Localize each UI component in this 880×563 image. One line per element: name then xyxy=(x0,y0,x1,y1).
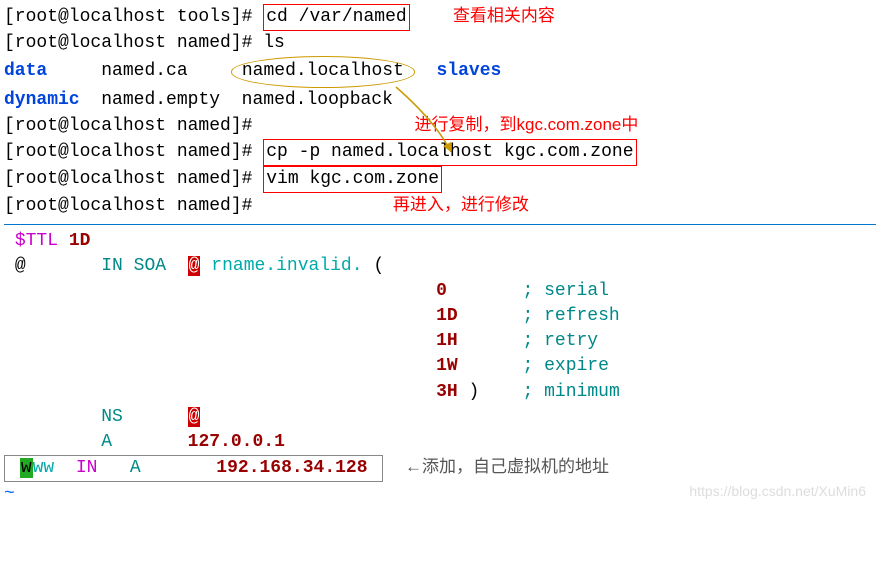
annotation-add-addr: ←添加，自己虚拟机的地址 xyxy=(405,457,609,476)
zone-record: 0 ; serial xyxy=(4,279,876,304)
zone-line: A 127.0.0.1 xyxy=(4,430,876,455)
a-record: A xyxy=(101,432,112,452)
retry-val: 1H xyxy=(436,331,458,351)
zone-record: 1H ; retry xyxy=(4,329,876,354)
cmd-cd-box: cd /var/named xyxy=(263,4,409,31)
prompt: [root@localhost tools]# xyxy=(4,7,263,27)
serial-label: ; serial xyxy=(523,281,609,301)
zone-record: 3H ) ; minimum xyxy=(4,380,876,405)
expire-val: 1W xyxy=(436,356,458,376)
terminal-line: [root@localhost named]# ls xyxy=(4,31,876,56)
file-named-ca: named.ca xyxy=(101,61,187,81)
serial-val: 0 xyxy=(436,281,447,301)
in-class: IN xyxy=(76,458,98,478)
cmd-cp-box: cp -p named.localhost kgc.com.zone xyxy=(263,139,636,166)
minimum-label: ; minimum xyxy=(523,382,620,402)
paren-close: ) xyxy=(469,382,480,402)
terminal-line: [root@localhost named]# vim kgc.com.zone xyxy=(4,166,876,193)
terminal-line: [root@localhost named]# 再进入，进行修改 xyxy=(4,193,876,219)
terminal-line: [root@localhost named]# 进行复制，到kgc.com.zo… xyxy=(4,113,876,139)
zone-line: $TTL 1D xyxy=(4,229,876,254)
ns-at-hl: @ xyxy=(188,407,201,427)
in-soa: IN SOA xyxy=(101,256,166,276)
cursor-char: w xyxy=(20,458,33,478)
annotation-copy: 进行复制，到kgc.com.zone中 xyxy=(414,115,638,134)
prompt: [root@localhost named]# xyxy=(4,196,263,216)
prompt: [root@localhost named]# xyxy=(4,116,263,136)
section-divider xyxy=(4,224,876,225)
annotation-enter: 再进入，进行修改 xyxy=(393,195,529,214)
dir-slaves: slaves xyxy=(437,61,502,81)
ip-local: 127.0.0.1 xyxy=(188,432,285,452)
origin-at: @ xyxy=(15,256,26,276)
ns-record: NS xyxy=(101,407,123,427)
expire-label: ; expire xyxy=(523,356,609,376)
zone-record: 1D ; refresh xyxy=(4,304,876,329)
ip-vm: 192.168.34.128 xyxy=(216,458,367,478)
zone-record: 1W ; expire xyxy=(4,354,876,379)
cmd-ls: ls xyxy=(263,33,285,53)
zone-line-www: www IN A 192.168.34.128 ←添加，自己虚拟机的地址 xyxy=(4,455,876,482)
dir-dynamic: dynamic xyxy=(4,90,80,110)
rname: rname.invalid. xyxy=(211,256,362,276)
zone-line: NS @ xyxy=(4,405,876,430)
highlight-ellipse: named.localhost xyxy=(231,56,415,87)
watermark: https://blog.csdn.net/XuMin6 xyxy=(689,482,866,502)
a-record2: A xyxy=(130,458,141,478)
refresh-label: ; refresh xyxy=(523,306,620,326)
retry-label: ; retry xyxy=(523,331,599,351)
file-named-empty: named.empty xyxy=(101,90,220,110)
prompt: [root@localhost named]# xyxy=(4,142,263,162)
ttl-value: 1D xyxy=(69,231,91,251)
ls-output-line1: data named.ca named.localhost slaves xyxy=(4,56,876,87)
ttl-directive: $TTL xyxy=(15,231,58,251)
terminal-line: [root@localhost tools]# cd /var/named 查看… xyxy=(4,4,876,31)
soa-at-hl: @ xyxy=(188,256,201,276)
refresh-val: 1D xyxy=(436,306,458,326)
annotation-view: 查看相关内容 xyxy=(453,6,555,25)
zone-line: @ IN SOA @ rname.invalid. ( xyxy=(4,254,876,279)
dir-data: data xyxy=(4,61,47,81)
ls-output-line2: dynamic named.empty named.loopback xyxy=(4,88,876,113)
minimum-val: 3H xyxy=(436,382,458,402)
paren-open: ( xyxy=(373,256,384,276)
edit-box[interactable]: www IN A 192.168.34.128 xyxy=(4,455,383,482)
cmd-vim-box: vim kgc.com.zone xyxy=(263,166,442,193)
prompt: [root@localhost named]# xyxy=(4,33,263,53)
file-named-loopback: named.loopback xyxy=(242,90,393,110)
terminal-line: [root@localhost named]# cp -p named.loca… xyxy=(4,139,876,166)
prompt: [root@localhost named]# xyxy=(4,169,263,189)
